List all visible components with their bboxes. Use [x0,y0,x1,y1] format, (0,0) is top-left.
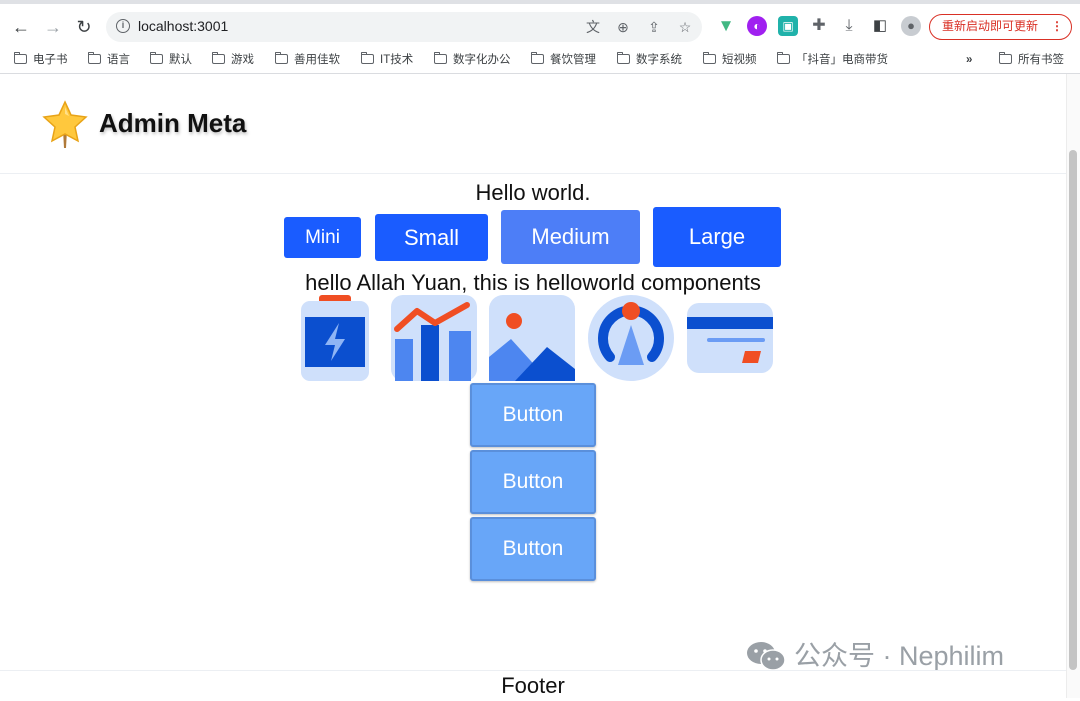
address-bar[interactable]: i localhost:3001 文 ⊕ ⇪ ☆ [106,12,702,42]
stack-button-3[interactable]: Button [470,517,596,581]
back-icon[interactable]: ← [8,14,34,40]
bookmark-folder[interactable]: 数字系统 [617,50,682,70]
credit-card-icon [687,303,773,373]
image-icon [489,295,575,381]
hello-text: Hello world. [475,180,591,205]
small-button[interactable]: Small [375,214,488,261]
translate-icon[interactable]: 文 [583,17,603,37]
page-footer: Footer [0,670,1066,698]
folder-icon [777,52,790,64]
side-panel-icon[interactable]: ◧ [870,16,890,36]
folder-icon [88,52,101,64]
app-header: Admin Meta [0,74,1066,174]
update-label: 重新启动即可更新 [942,19,1039,33]
browser-toolbar: ← → ↻ i localhost:3001 文 ⊕ ⇪ ☆ ▼ ◐ ▣ ✚ ⤓… [0,0,1080,46]
bookmark-folder[interactable]: IT技术 [361,50,413,70]
wechat-icon [747,642,786,671]
bookmark-folder[interactable]: 数字化办公 [434,50,511,70]
vue-devtools-icon[interactable]: ▼ [716,16,736,36]
bookmarks-bar: 电子书 语言 默认 游戏 善用佳软 IT技术 数字化办公 餐饮管理 数字系统 短… [0,46,1080,74]
share-icon[interactable]: ⇪ [644,17,664,37]
stack-button-2[interactable]: Button [470,450,596,514]
bookmark-folder[interactable]: 电子书 [14,50,68,70]
extensions-puzzle-icon[interactable]: ✚ [809,16,829,36]
folder-icon [617,52,630,64]
site-info-icon[interactable]: i [116,19,130,33]
more-menu-icon[interactable]: ⋮ [1051,15,1063,38]
folder-icon [703,52,716,64]
zoom-icon[interactable]: ⊕ [613,17,633,37]
large-button[interactable]: Large [653,207,781,267]
page-viewport: Admin Meta Hello world. Mini Small Mediu… [0,74,1080,698]
battery-icon [301,295,369,381]
watermark-text: 公众号 · Nephilim [794,641,1005,671]
scroll-thumb[interactable] [1069,150,1077,670]
location-icon [588,295,674,381]
all-bookmarks-folder[interactable]: 所有书签 [999,50,1064,70]
extension-code-icon[interactable]: ▣ [778,16,798,36]
url-text[interactable]: localhost:3001 [138,18,228,34]
star-logo-icon [42,100,88,148]
greeting-text: hello Allah Yuan, this is helloworld com… [305,270,761,295]
page-scrollbar[interactable] [1066,74,1080,698]
download-icon[interactable]: ⤓ [839,16,859,36]
more-bookmarks-button[interactable]: » [966,50,972,70]
folder-icon [212,52,225,64]
forward-icon[interactable]: → [40,14,66,40]
bookmark-folder[interactable]: 默认 [150,50,192,70]
bar-chart-icon [391,295,477,381]
bookmark-star-icon[interactable]: ☆ [675,17,695,37]
stack-button-1[interactable]: Button [470,383,596,447]
folder-icon [14,52,27,64]
folder-icon [531,52,544,64]
folder-icon [999,52,1012,64]
update-button[interactable]: 重新启动即可更新 ⋮ [929,14,1072,40]
bookmark-folder[interactable]: 语言 [88,50,130,70]
bookmark-folder[interactable]: 「抖音」电商带货 [777,50,888,70]
extension-purple-icon[interactable]: ◐ [747,16,767,36]
reload-icon[interactable]: ↻ [71,14,97,40]
folder-icon [434,52,447,64]
app-title: Admin Meta [99,108,247,138]
profile-icon[interactable]: ● [901,16,921,36]
mini-button[interactable]: Mini [284,217,361,258]
medium-button[interactable]: Medium [501,210,640,264]
bookmark-folder[interactable]: 游戏 [212,50,254,70]
bookmark-folder[interactable]: 善用佳软 [275,50,340,70]
folder-icon [275,52,288,64]
bookmark-folder[interactable]: 短视频 [703,50,757,70]
bookmark-folder[interactable]: 餐饮管理 [531,50,596,70]
folder-icon [150,52,163,64]
folder-icon [361,52,374,64]
